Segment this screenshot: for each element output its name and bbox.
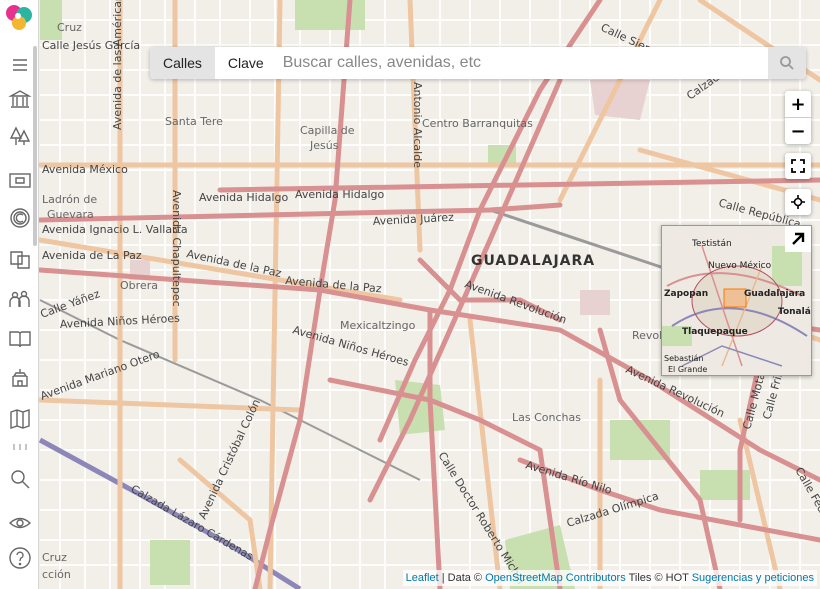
help-icon[interactable] xyxy=(7,545,33,571)
museum-icon[interactable] xyxy=(7,86,33,112)
minimap-toggle-button[interactable] xyxy=(785,226,811,252)
search-location-icon[interactable] xyxy=(7,466,33,492)
street-hidalgo-1: Avenida Hidalgo xyxy=(199,191,288,204)
street-americas: Avenida de las Américas xyxy=(111,0,124,130)
tab-clave[interactable]: Clave xyxy=(215,47,277,79)
menu-icon[interactable] xyxy=(7,52,33,78)
label-jesus: Jesús xyxy=(309,139,339,152)
locate-button[interactable] xyxy=(785,189,811,215)
school-icon[interactable] xyxy=(7,365,33,391)
search-icon xyxy=(780,56,794,70)
osm-link[interactable]: OpenStreetMap Contributors xyxy=(485,572,626,584)
locate-control xyxy=(785,189,811,215)
sidebar xyxy=(0,0,39,589)
street-jesus-garcia: Calle Jesús García xyxy=(42,39,140,52)
search-button[interactable] xyxy=(768,47,806,79)
label-italia: Cruz xyxy=(57,21,82,34)
label-revol: Revol xyxy=(632,329,662,342)
minimap-label-tesistan: Testistán xyxy=(691,239,732,249)
attribution-data-text: | Data © xyxy=(438,572,486,584)
search-input[interactable] xyxy=(276,47,768,79)
tab-calles[interactable]: Calles xyxy=(150,47,215,79)
label-centro-barranquitas: Centro Barranquitas xyxy=(422,117,533,130)
copyright-icon[interactable] xyxy=(7,205,33,231)
label-ccion: cción xyxy=(42,568,71,581)
eye-icon[interactable] xyxy=(7,510,33,536)
fullscreen-control xyxy=(785,153,811,179)
dots-icon xyxy=(7,442,33,452)
minimap-label-zapopan: Zapopan xyxy=(664,289,708,299)
zoom-in-button[interactable]: + xyxy=(785,91,811,117)
minimap-label-tonala: Tonalá xyxy=(778,307,811,317)
minimap-label-sebastian: Sebastián xyxy=(664,354,703,363)
minimap-viewport xyxy=(723,288,747,308)
crosshair-icon xyxy=(791,195,805,209)
label-ladron: Ladrón de xyxy=(42,193,97,206)
map-layers-icon[interactable] xyxy=(7,247,33,273)
search-bar: Calles Clave xyxy=(150,47,806,79)
street-chapultepec: Avenida Chapultepec xyxy=(170,190,183,307)
street-vallarta: Avenida Ignacio L. Vallarta xyxy=(42,223,188,236)
minimap-label-el-grande: El Grande xyxy=(668,365,707,374)
label-santa-tere: Santa Tere xyxy=(165,115,223,128)
minimap-label-guadalajara: Guadalajara xyxy=(744,289,805,299)
folded-map-icon[interactable] xyxy=(7,406,33,432)
book-icon[interactable] xyxy=(7,326,33,352)
fullscreen-icon xyxy=(791,159,805,173)
app-logo-icon[interactable] xyxy=(4,3,34,33)
street-alcalde: Antonio Alcalde xyxy=(411,82,424,168)
sidebar-scrollbar[interactable] xyxy=(33,46,37,246)
label-capilla: Capilla de xyxy=(300,124,355,137)
feedback-link[interactable]: Sugerencias y peticiones xyxy=(692,572,814,584)
label-mexicaltzingo: Mexicaltzingo xyxy=(340,319,416,332)
arrow-up-right-icon xyxy=(792,232,805,245)
label-las-conchas: Las Conchas xyxy=(512,411,581,424)
label-guevara: Guevara xyxy=(47,208,94,221)
label-cruz: Cruz xyxy=(42,551,67,564)
attribution-tiles-text: Tiles © HOT xyxy=(625,572,692,584)
street-hidalgo-2: Avenida Hidalgo xyxy=(295,188,384,201)
label-obrera: Obrera xyxy=(120,279,158,292)
zoom-out-button[interactable]: − xyxy=(785,117,811,144)
attribution-bar: Leaflet | Data © OpenStreetMap Contribut… xyxy=(402,570,817,586)
minimap[interactable]: Testistán Nuevo México Zapopan Guadalaja… xyxy=(661,225,812,376)
street-paz-1: Avenida de La Paz xyxy=(42,249,142,262)
people-icon[interactable] xyxy=(7,286,33,312)
tree-icon[interactable] xyxy=(7,124,33,150)
street-mexico: Avenida México xyxy=(42,163,128,176)
city-label: GUADALAJARA xyxy=(471,253,595,269)
fullscreen-button[interactable] xyxy=(785,153,811,179)
minimap-label-tlaquepaque: Tlaquepaque xyxy=(682,327,748,337)
transit-icon[interactable] xyxy=(7,167,33,193)
zoom-control: + − xyxy=(785,91,811,144)
leaflet-link[interactable]: Leaflet xyxy=(406,572,439,584)
minimap-label-nuevo-mexico: Nuevo México xyxy=(708,260,772,271)
